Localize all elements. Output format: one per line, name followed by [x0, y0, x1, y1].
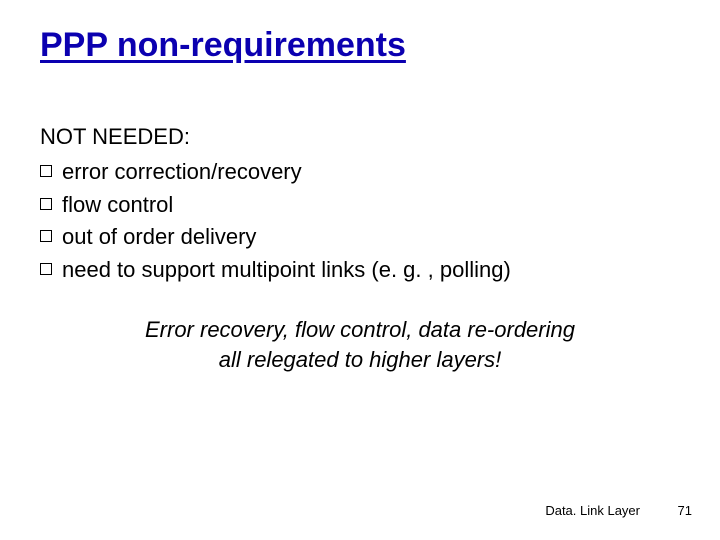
list-item-text: out of order delivery	[62, 222, 256, 253]
summary-line: Error recovery, flow control, data re-or…	[145, 317, 575, 342]
list-item-text: flow control	[62, 190, 173, 221]
summary-text: Error recovery, flow control, data re-or…	[80, 315, 640, 374]
square-bullet-icon	[40, 230, 52, 242]
summary-line: all relegated to higher layers!	[219, 347, 502, 372]
list-item: flow control	[40, 190, 670, 221]
bullet-list: error correction/recovery flow control o…	[40, 157, 670, 286]
body-block: NOT NEEDED: error correction/recovery fl…	[40, 122, 670, 288]
square-bullet-icon	[40, 165, 52, 177]
list-item: error correction/recovery	[40, 157, 670, 188]
square-bullet-icon	[40, 198, 52, 210]
list-item: out of order delivery	[40, 222, 670, 253]
slide: PPP non-requirements NOT NEEDED: error c…	[0, 0, 720, 540]
subhead: NOT NEEDED:	[40, 122, 670, 153]
slide-number: 71	[678, 503, 692, 518]
list-item-text: error correction/recovery	[62, 157, 302, 188]
footer-label: Data. Link Layer	[545, 503, 640, 518]
slide-title: PPP non-requirements	[40, 26, 406, 65]
square-bullet-icon	[40, 263, 52, 275]
list-item-text: need to support multipoint links (e. g. …	[62, 255, 511, 286]
list-item: need to support multipoint links (e. g. …	[40, 255, 670, 286]
